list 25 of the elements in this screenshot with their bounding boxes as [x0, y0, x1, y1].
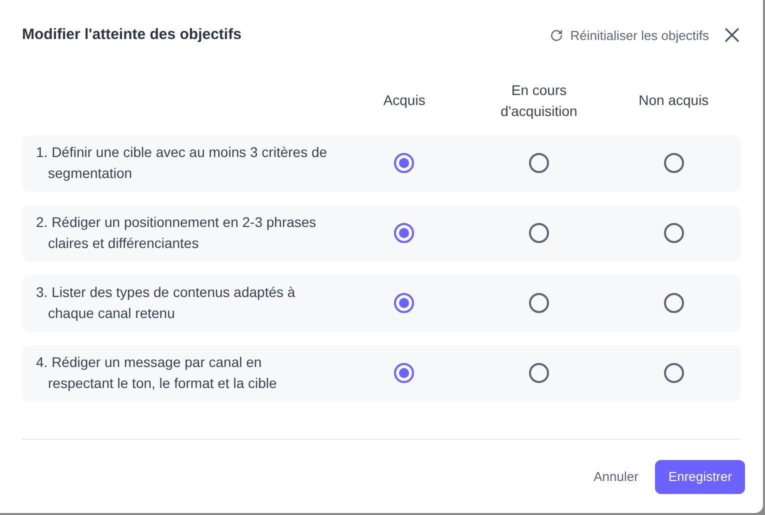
radio-button[interactable] — [664, 293, 684, 313]
save-button[interactable]: Enregistrer — [655, 460, 745, 494]
close-icon[interactable] — [725, 28, 739, 42]
radio-button[interactable] — [394, 293, 414, 313]
objective-text: 4. Rédiger un message par canal en respectant le ton, le format et la cible — [35, 353, 278, 393]
radio-button[interactable] — [394, 363, 414, 383]
radio-button[interactable] — [528, 293, 549, 313]
column-header: En cours d'acquisition — [500, 80, 578, 121]
objective-text: 1. Définir une cible avec au moins 3 critères de segmentation — [35, 143, 328, 183]
radio-button[interactable] — [394, 223, 414, 243]
reset-button[interactable]: Réinitialiser les objectifs — [550, 26, 709, 45]
radio-button[interactable] — [664, 153, 684, 173]
objective-text: 3. Lister des types de contenus adaptés à chaque canal retenu — [35, 283, 296, 323]
column-header: Non acquis — [638, 91, 710, 110]
radio-button[interactable] — [528, 363, 549, 383]
radio-button[interactable] — [664, 363, 684, 383]
dialog-title: Modifier l'atteinte des objectifs — [22, 25, 242, 45]
radio-button[interactable] — [528, 153, 549, 173]
cancel-button[interactable]: Annuler — [594, 466, 638, 486]
radio-button[interactable] — [394, 153, 414, 173]
objective-text: 2. Rédiger un positionnement en 2-3 phrases claires et différenciantes — [35, 213, 318, 253]
column-header: Acquis — [382, 91, 426, 110]
refresh-icon — [550, 28, 564, 42]
radio-button[interactable] — [664, 223, 684, 243]
radio-button[interactable] — [528, 223, 549, 243]
